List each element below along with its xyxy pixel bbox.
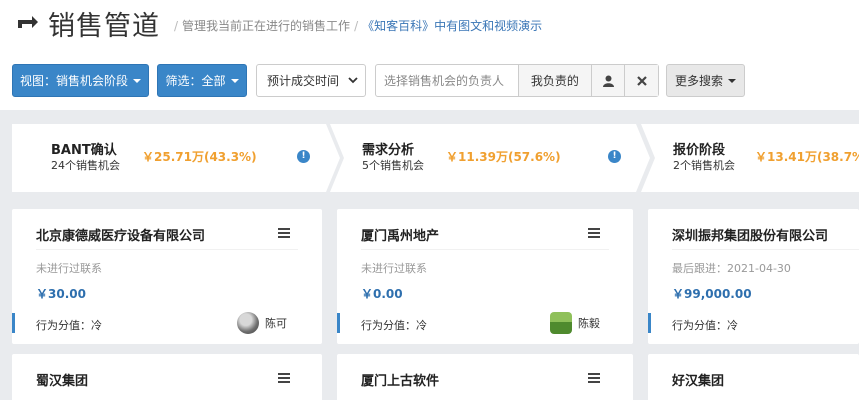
hamburger-menu-icon[interactable] [588, 373, 600, 384]
page-title: 销售管道 [48, 11, 160, 42]
owner-filter-group: 选择销售机会的负责人 我负责的 [375, 64, 659, 97]
card-divider [672, 249, 859, 250]
card-amount: ￥30.00 [36, 287, 86, 301]
caret-down-icon [133, 78, 141, 83]
user-icon [602, 75, 614, 87]
date-select[interactable]: 预计成交时间 [256, 64, 366, 97]
breadcrumb: / 管理我当前正在进行的销售工作 / 《知客百科》中有图文和视频演示 [174, 19, 543, 33]
date-select-value: 预计成交时间 [267, 74, 340, 88]
card-accent-bar [648, 313, 651, 333]
card-divider [361, 249, 609, 250]
hamburger-menu-icon[interactable] [278, 373, 290, 384]
opportunity-card[interactable]: 北京康德威医疗设备有限公司 未进行过联系 ￥30.00 行为分值：冷 陈可 [12, 209, 322, 344]
filter-dropdown-button[interactable]: 筛选：全部 [157, 64, 247, 97]
card-behavior-score: 行为分值：冷 [672, 319, 738, 332]
stage-amount: ￥11.39万(57.6%) [446, 150, 561, 164]
card-divider [36, 249, 298, 250]
caret-down-icon [230, 78, 239, 83]
toolbar: 视图：销售机会阶段 筛选：全部 预计成交时间 选择销售机会的负责人 我负责的 更… [0, 64, 859, 98]
close-icon [636, 75, 647, 86]
page-header: 销售管道 / 管理我当前正在进行的销售工作 / 《知客百科》中有图文和视频演示 [0, 0, 859, 50]
stage-count: 2个销售机会 [673, 159, 735, 172]
user-filter-button[interactable] [592, 65, 626, 96]
stage-count: 24个销售机会 [51, 159, 120, 172]
card-accent-bar [337, 313, 340, 333]
card-company-name[interactable]: 蜀汉集团 [36, 370, 88, 389]
clear-owner-button[interactable] [625, 65, 658, 96]
mine-button[interactable]: 我负责的 [518, 65, 593, 96]
card-behavior-score: 行为分值：冷 [36, 319, 102, 332]
card-owner: 陈可 [237, 311, 287, 335]
view-dropdown-label: 视图：销售机会阶段 [19, 74, 128, 88]
pipeline-board: BANT确认 24个销售机会 ￥25.71万(43.3%) ! 需求分析 5个销… [0, 110, 859, 400]
chevron-down-icon [348, 77, 358, 84]
opportunity-card[interactable]: 好汉集团 [648, 354, 859, 400]
filter-dropdown-label: 筛选：全部 [165, 74, 226, 88]
caret-down-icon [728, 78, 736, 83]
opportunity-card[interactable]: 厦门禹州地产 未进行过联系 ￥0.00 行为分值：冷 陈毅 [337, 209, 633, 344]
stage-name: 需求分析 [362, 143, 415, 158]
card-owner-name: 陈毅 [578, 317, 600, 330]
avatar [237, 312, 259, 334]
stage-header[interactable]: 需求分析 5个销售机会 ￥11.39万(57.6%) ! [330, 124, 652, 192]
view-dropdown-button[interactable]: 视图：销售机会阶段 [12, 64, 149, 97]
hamburger-menu-icon[interactable] [278, 228, 290, 239]
hamburger-menu-icon[interactable] [588, 228, 600, 239]
opportunity-card[interactable]: 厦门上古软件 [337, 354, 633, 400]
swap-arrows-icon [18, 16, 38, 28]
avatar [550, 312, 572, 334]
opportunity-card[interactable]: 深圳振邦集团股份有限公司 最后跟进：2021-04-30 ￥99,000.00 … [648, 209, 859, 344]
card-company-name[interactable]: 好汉集团 [672, 370, 724, 389]
card-accent-bar [12, 313, 15, 333]
stage-amount: ￥13.41万(38.7%) [755, 150, 859, 164]
more-search-button[interactable]: 更多搜索 [666, 64, 745, 97]
breadcrumb-description: 管理我当前正在进行的销售工作 [182, 19, 351, 33]
card-owner-name: 陈可 [265, 317, 287, 330]
stage-header[interactable]: 报价阶段 2个销售机会 ￥13.41万(38.7%) [641, 124, 859, 192]
card-follow-status: 未进行过联系 [36, 262, 102, 275]
wiki-link[interactable]: 《知客百科》中有图文和视频演示 [362, 19, 542, 33]
stage-name: 报价阶段 [673, 143, 726, 158]
card-amount: ￥99,000.00 [672, 287, 752, 301]
stage-amount: ￥25.71万(43.3%) [142, 150, 257, 164]
owner-input[interactable]: 选择销售机会的负责人 [376, 65, 519, 96]
card-company-name[interactable]: 深圳振邦集团股份有限公司 [672, 225, 828, 244]
stage-header[interactable]: BANT确认 24个销售机会 ￥25.71万(43.3%) ! [12, 124, 342, 192]
card-company-name[interactable]: 厦门上古软件 [361, 370, 439, 389]
card-company-name[interactable]: 厦门禹州地产 [361, 225, 439, 244]
card-behavior-score: 行为分值：冷 [361, 319, 427, 332]
more-search-label: 更多搜索 [674, 74, 723, 88]
card-amount: ￥0.00 [361, 287, 403, 301]
card-company-name[interactable]: 北京康德威医疗设备有限公司 [36, 225, 205, 244]
stage-count: 5个销售机会 [362, 159, 424, 172]
stage-name: BANT确认 [51, 143, 117, 158]
opportunity-card[interactable]: 蜀汉集团 [12, 354, 322, 400]
card-follow-status: 未进行过联系 [361, 262, 427, 275]
info-icon[interactable]: ! [297, 150, 310, 163]
card-owner: 陈毅 [550, 311, 600, 335]
info-icon[interactable]: ! [608, 150, 621, 163]
card-follow-status: 最后跟进：2021-04-30 [672, 262, 791, 275]
